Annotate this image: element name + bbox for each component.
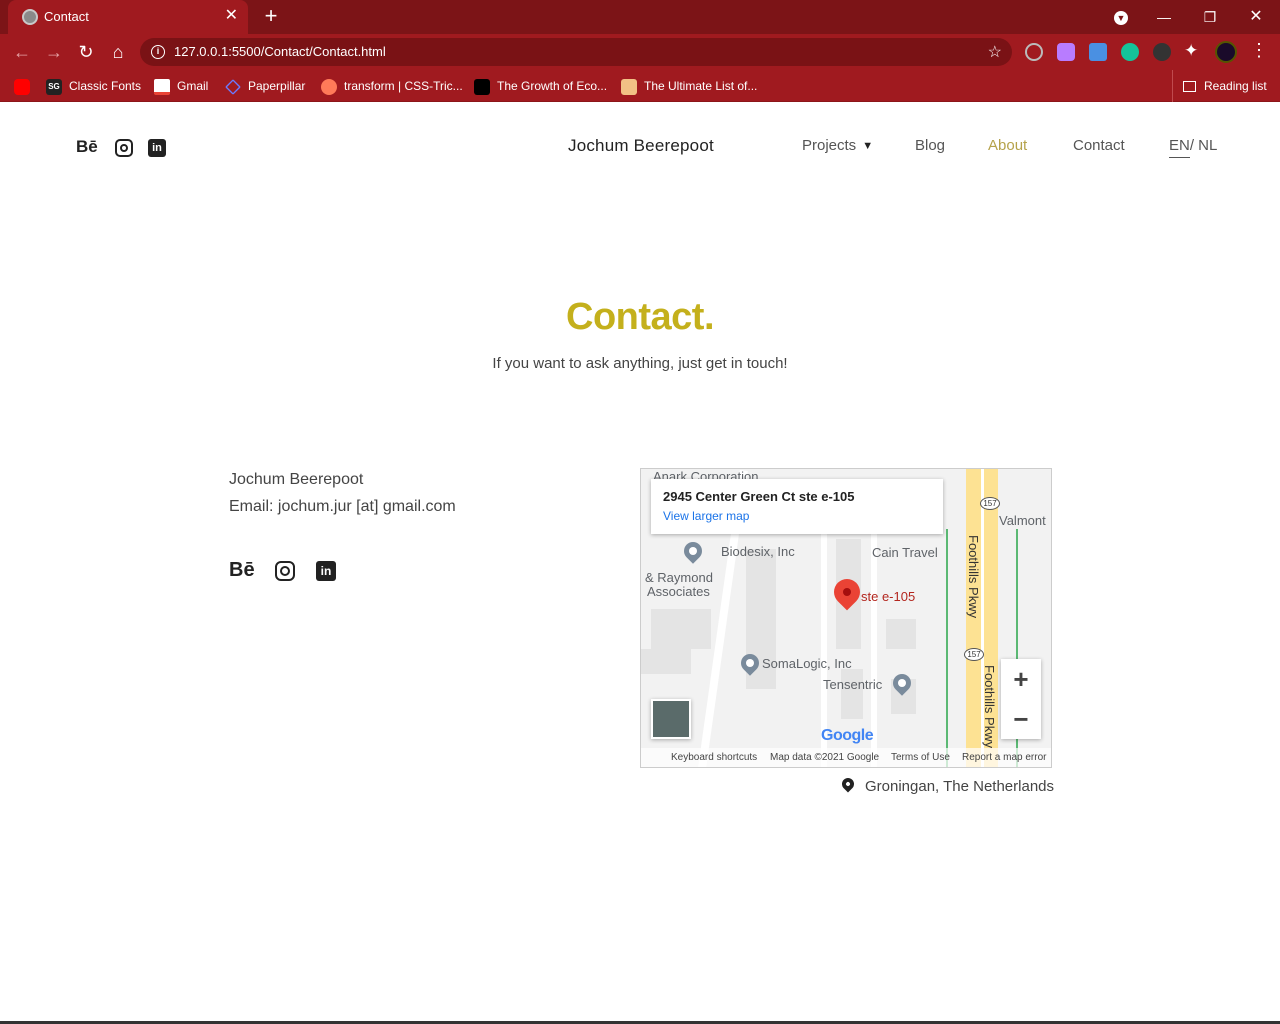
lang-nl[interactable]: NL bbox=[1194, 137, 1217, 154]
youtube-icon bbox=[14, 78, 30, 95]
google-logo: Google bbox=[821, 727, 874, 744]
reading-list-button[interactable]: Reading list bbox=[1172, 70, 1267, 102]
behance-icon[interactable]: Bē bbox=[76, 137, 98, 157]
map-label[interactable]: Associates bbox=[647, 584, 710, 599]
contact-email: Email: jochum.jur [at] gmail.com bbox=[229, 498, 456, 515]
contact-name: Jochum Beerepoot bbox=[229, 471, 364, 488]
view-larger-map-link[interactable]: View larger map bbox=[663, 509, 749, 523]
bookmark-youtube[interactable] bbox=[14, 77, 37, 95]
linkedin-icon[interactable]: in bbox=[316, 561, 336, 581]
ultimate-list-icon bbox=[621, 78, 637, 95]
satellite-toggle-button[interactable] bbox=[651, 699, 691, 739]
lang-en[interactable]: EN bbox=[1169, 137, 1190, 158]
map-zoom-control: + − bbox=[1001, 659, 1041, 739]
google-map[interactable]: Anark Corporation Biodesix, Inc Cain Tra… bbox=[640, 468, 1052, 768]
language-switch: EN/ NL bbox=[1169, 137, 1217, 158]
back-arrow-icon[interactable]: ← bbox=[10, 40, 34, 64]
map-address: 2945 Center Green Ct ste e-105 bbox=[663, 489, 855, 504]
bookmark-paperpillar[interactable]: Paperpillar bbox=[225, 77, 305, 95]
zoom-out-button[interactable]: − bbox=[1001, 699, 1041, 739]
map-label[interactable]: Cain Travel bbox=[872, 545, 938, 560]
map-label[interactable]: & Raymond bbox=[645, 570, 713, 585]
profile-avatar[interactable] bbox=[1215, 41, 1237, 63]
close-window-button[interactable]: ✕ bbox=[1244, 0, 1268, 34]
page-title: Contact. bbox=[566, 296, 715, 338]
tab-title: Contact bbox=[44, 9, 89, 24]
road-label: Foothills Pkwy bbox=[982, 665, 997, 749]
more-menu-icon[interactable]: ⋮ bbox=[1250, 40, 1268, 61]
extension-icon[interactable] bbox=[1025, 43, 1043, 61]
bookmarks-bar: SG Classic Fonts Gmail Paperpillar transf… bbox=[0, 70, 1280, 102]
instagram-icon[interactable] bbox=[275, 561, 295, 581]
gmail-icon bbox=[154, 78, 170, 95]
close-tab-icon[interactable]: ✕ bbox=[225, 7, 238, 25]
map-info-card: 2945 Center Green Ct ste e-105 View larg… bbox=[651, 479, 943, 534]
bookmark-star-icon[interactable]: ☆ bbox=[988, 42, 1002, 62]
nav-about[interactable]: About bbox=[988, 137, 1027, 154]
reload-icon[interactable]: ↻ bbox=[74, 40, 98, 64]
location-marker-icon bbox=[839, 775, 857, 793]
tab-search-button[interactable]: ▼ bbox=[1110, 0, 1132, 34]
map-label[interactable]: Biodesix, Inc bbox=[721, 544, 795, 559]
chevron-down-icon: ▼ bbox=[862, 140, 874, 152]
linkedin-icon[interactable]: in bbox=[148, 139, 166, 157]
road-label: Foothills Pkwy bbox=[966, 535, 981, 619]
behance-icon[interactable]: Bē bbox=[229, 559, 255, 582]
extension-icon[interactable] bbox=[1153, 43, 1171, 61]
bookmark-gmail[interactable]: Gmail bbox=[154, 77, 208, 95]
address-bar[interactable]: i 127.0.0.1:5500/Contact/Contact.html ☆ bbox=[140, 38, 1012, 66]
bookmark-classic-fonts[interactable]: SG Classic Fonts bbox=[46, 77, 141, 95]
info-icon[interactable]: i bbox=[151, 45, 165, 59]
nav-contact[interactable]: Contact bbox=[1073, 137, 1125, 154]
zoom-in-button[interactable]: + bbox=[1001, 659, 1041, 699]
globe-icon bbox=[22, 9, 38, 25]
map-label[interactable]: SomaLogic, Inc bbox=[762, 656, 852, 671]
browser-tab-bar: Contact ✕ + ▼ — ❐ ✕ bbox=[0, 0, 1280, 34]
minimize-button[interactable]: — bbox=[1152, 0, 1176, 34]
extension-icon[interactable] bbox=[1089, 43, 1107, 61]
nav-blog[interactable]: Blog bbox=[915, 137, 945, 154]
report-map-error-link[interactable]: Report a map error bbox=[962, 752, 1046, 763]
bookmark-growth-of-eco[interactable]: The Growth of Eco... bbox=[474, 77, 607, 95]
page: Bē in Jochum Beerepoot Projects ▼ Blog Ab… bbox=[0, 103, 1280, 1020]
medium-icon bbox=[474, 78, 490, 95]
sg-icon: SG bbox=[46, 78, 62, 95]
nav-projects[interactable]: Projects ▼ bbox=[802, 137, 873, 154]
bookmark-css-tricks[interactable]: transform | CSS-Tric... bbox=[321, 77, 463, 95]
terms-of-use-link[interactable]: Terms of Use bbox=[891, 752, 950, 763]
map-label[interactable]: ste e-105 bbox=[861, 589, 915, 604]
bookmark-ultimate-list[interactable]: The Ultimate List of... bbox=[621, 77, 757, 95]
instagram-icon[interactable] bbox=[115, 139, 133, 157]
paperpillar-icon bbox=[225, 78, 241, 95]
forward-arrow-icon[interactable]: → bbox=[42, 40, 66, 64]
url-text[interactable]: 127.0.0.1:5500/Contact/Contact.html bbox=[174, 44, 386, 59]
route-shield: 157 bbox=[964, 648, 984, 661]
map-label: Valmont bbox=[999, 513, 1046, 528]
browser-tab-contact[interactable]: Contact ✕ bbox=[8, 0, 248, 34]
home-icon[interactable]: ⌂ bbox=[106, 40, 130, 64]
route-shield: 157 bbox=[980, 497, 1000, 510]
puzzle-icon[interactable]: ✦ bbox=[1184, 41, 1198, 61]
keyboard-shortcuts-link[interactable]: Keyboard shortcuts bbox=[671, 752, 757, 763]
reading-list-icon bbox=[1183, 81, 1196, 93]
restore-button[interactable]: ❐ bbox=[1198, 0, 1222, 34]
site-brand[interactable]: Jochum Beerepoot bbox=[568, 136, 714, 156]
extension-icon[interactable] bbox=[1057, 43, 1075, 61]
grammarly-icon[interactable] bbox=[1121, 43, 1139, 61]
map-label[interactable]: Tensentric bbox=[823, 677, 882, 692]
css-tricks-icon bbox=[321, 78, 337, 95]
map-data-text: Map data ©2021 Google bbox=[770, 752, 880, 763]
new-tab-button[interactable]: + bbox=[258, 3, 284, 29]
chevron-down-icon: ▼ bbox=[1114, 11, 1128, 26]
browser-toolbar: ← → ↻ ⌂ i 127.0.0.1:5500/Contact/Contact… bbox=[0, 34, 1280, 70]
map-footer: Keyboard shortcuts Map data ©2021 Google… bbox=[641, 748, 1051, 767]
page-subtitle: If you want to ask anything, just get in… bbox=[492, 355, 788, 372]
location-text: Groningan, The Netherlands bbox=[865, 778, 1055, 795]
map-pin-icon[interactable] bbox=[680, 538, 706, 564]
